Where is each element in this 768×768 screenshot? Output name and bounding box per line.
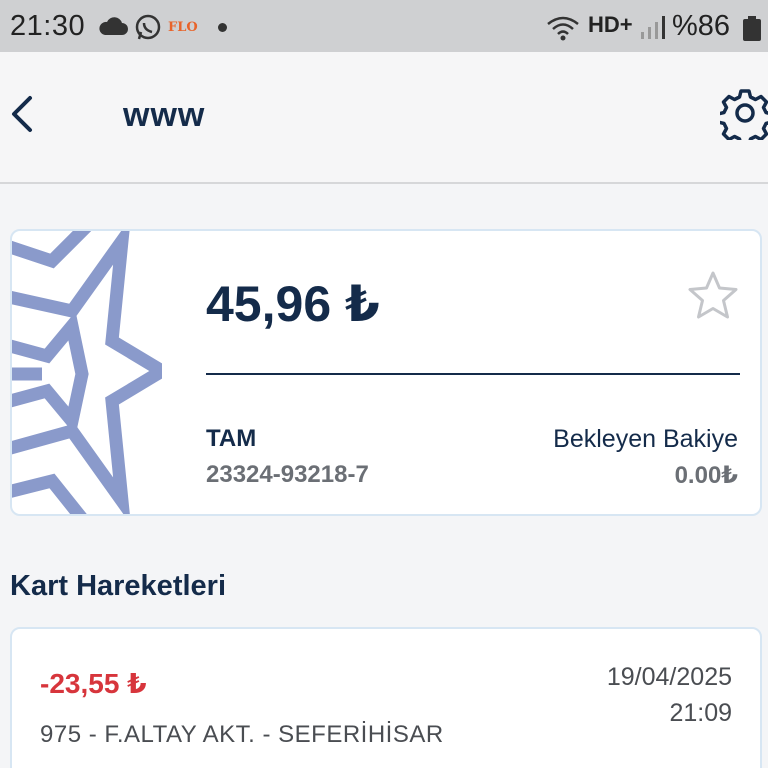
transaction-description: 975 - F.ALTAY AKT. - SEFERİHİSAR — [40, 721, 444, 748]
back-arrow-icon[interactable] — [8, 92, 38, 136]
app-bar: www — [0, 52, 768, 184]
transaction-time: 21:09 — [669, 699, 732, 727]
pending-balance-label: Bekleyen Bakiye — [553, 425, 738, 453]
battery-percent: %86 — [672, 10, 731, 42]
transaction-item[interactable]: -23,55 ₺ 19/04/2025 21:09 975 - F.ALTAY … — [10, 627, 762, 768]
flo-badge: FLO — [168, 20, 198, 35]
card-pattern-icon — [12, 231, 162, 514]
status-time: 21:30 — [10, 10, 86, 42]
gear-icon[interactable] — [720, 88, 768, 140]
network-type: HD+ — [588, 12, 633, 37]
balance-card[interactable]: 45,96 ₺ TAM 23324-93218-7 Bekleyen Bakiy… — [10, 229, 762, 516]
balance-amount: 45,96 ₺ — [206, 276, 380, 332]
transaction-date: 19/04/2025 — [606, 663, 732, 691]
wifi-icon — [547, 16, 579, 41]
card-number: 23324-93218-7 — [206, 461, 369, 488]
star-icon[interactable] — [686, 269, 740, 323]
battery-icon — [743, 16, 761, 41]
whatsapp-icon — [135, 14, 161, 40]
card-divider — [206, 373, 740, 375]
cloud-icon — [99, 17, 128, 35]
pending-balance-value: 0.00₺ — [674, 462, 738, 489]
section-title: Kart Hareketleri — [10, 570, 226, 602]
signal-icon — [641, 16, 665, 39]
page-title: www — [123, 96, 206, 134]
notification-dot — [218, 23, 227, 32]
status-bar: 21:30 FLO HD+ %86 — [0, 0, 768, 52]
transaction-amount: -23,55 ₺ — [40, 668, 147, 699]
card-type: TAM — [206, 425, 257, 452]
